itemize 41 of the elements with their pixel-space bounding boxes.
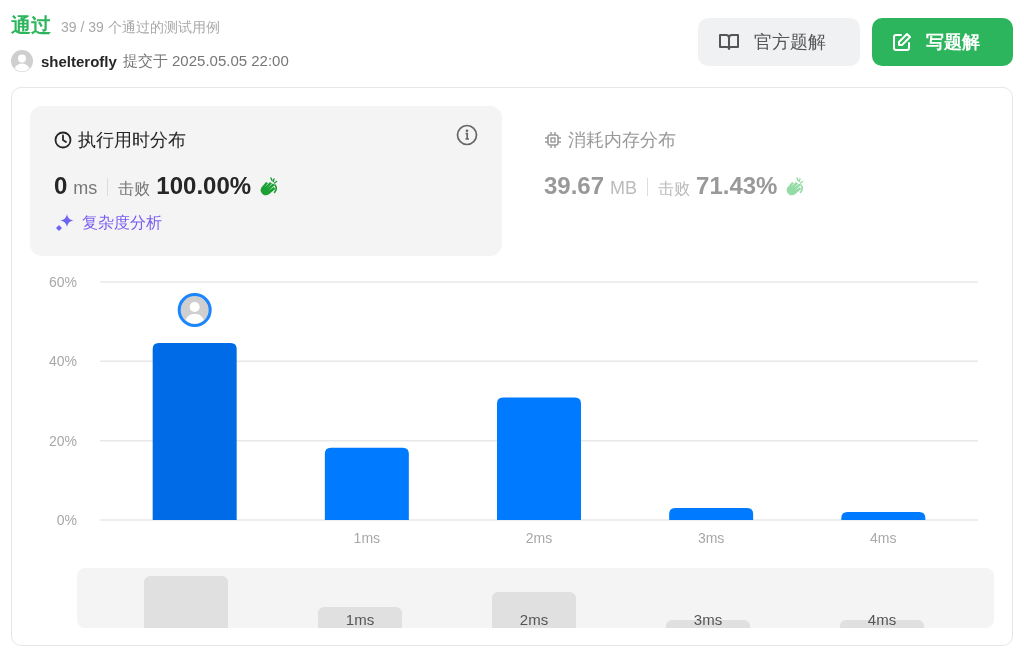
overview-label: 2ms [519,611,549,628]
histogram-bar[interactable] [841,512,926,520]
overview-label: 3ms [693,611,723,628]
complexity-analysis-link[interactable]: 复杂度分析 [82,212,162,234]
histogram-bar[interactable] [324,447,409,520]
username-link[interactable]: shelterofly [41,52,117,70]
beats-label: 击败 [658,179,691,199]
overview-label: 1ms [345,611,375,628]
clock-icon [54,131,72,149]
test-summary: 39 / 39 个通过的测试用例 [61,19,220,37]
edit-icon [892,32,912,52]
metric-value: 39.67 [544,172,605,200]
beats-percentage: 71.43% [696,172,778,200]
overview-label: 4ms [867,611,897,628]
submission-time: 提交于 2025.05.05 22:00 [122,51,289,71]
info-icon[interactable] [456,124,478,146]
x-axis-label: 3ms [697,530,725,546]
overview-strip[interactable]: 1ms 2ms 3ms 4ms [77,568,994,628]
panel-title: 消耗内存分布 [568,129,676,152]
x-axis-label: 2ms [525,530,553,546]
metric-tab[interactable]: 执行用时分布 0 ms 击败 100.00% 复杂度分析 [30,106,502,256]
chip-icon [544,131,562,149]
x-axis-label: 4ms [870,530,897,546]
panel-title: 执行用时分布 [78,129,186,152]
book-icon [718,32,740,52]
y-axis-label: 0% [56,512,77,528]
y-axis-label: 20% [48,432,77,449]
y-axis-label: 40% [48,353,77,370]
beats-label: 击败 [118,179,151,199]
histogram-bar[interactable] [669,508,754,520]
metric-unit: ms [73,178,98,199]
official-solution-button[interactable]: 官方题解 [698,18,860,66]
histogram-bar[interactable] [152,343,237,520]
beats-percentage: 100.00% [156,172,252,200]
x-axis-label: 1ms [353,530,381,546]
metric-unit: MB [610,178,638,199]
status-text: 通过 [11,13,51,38]
metric-value: 0 [54,172,68,200]
avatar-icon [11,50,33,72]
y-axis-label: 60% [48,274,77,290]
avatar-marker-icon [177,293,212,328]
